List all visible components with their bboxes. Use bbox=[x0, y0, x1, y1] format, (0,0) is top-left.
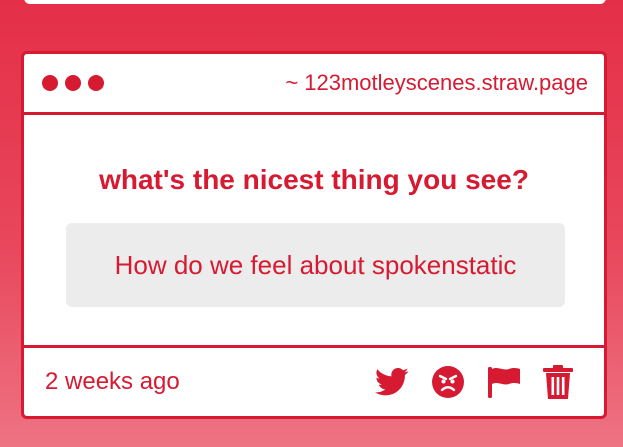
page-url-link[interactable]: ~ 123motleyscenes.straw.page bbox=[285, 70, 588, 96]
angry-face-icon[interactable] bbox=[431, 365, 465, 399]
window-dots bbox=[42, 75, 104, 91]
card-footer: 2 weeks ago bbox=[24, 348, 604, 416]
window-dot bbox=[65, 75, 81, 91]
timestamp: 2 weeks ago bbox=[45, 368, 180, 395]
card-body: what's the nicest thing you see? How do … bbox=[24, 115, 604, 348]
window-dot bbox=[88, 75, 104, 91]
previous-card-edge bbox=[24, 0, 606, 4]
twitter-icon[interactable] bbox=[375, 367, 409, 397]
card-header: ~ 123motleyscenes.straw.page bbox=[24, 54, 604, 115]
answer-text: How do we feel about spokenstatic bbox=[114, 249, 517, 280]
window-dot bbox=[42, 75, 58, 91]
question-text: what's the nicest thing you see? bbox=[99, 164, 529, 195]
action-bar bbox=[375, 365, 573, 399]
trash-icon[interactable] bbox=[543, 365, 573, 399]
answer-box: How do we feel about spokenstatic bbox=[66, 223, 565, 307]
flag-icon[interactable] bbox=[487, 366, 521, 398]
post-card: ~ 123motleyscenes.straw.page what's the … bbox=[21, 51, 607, 419]
